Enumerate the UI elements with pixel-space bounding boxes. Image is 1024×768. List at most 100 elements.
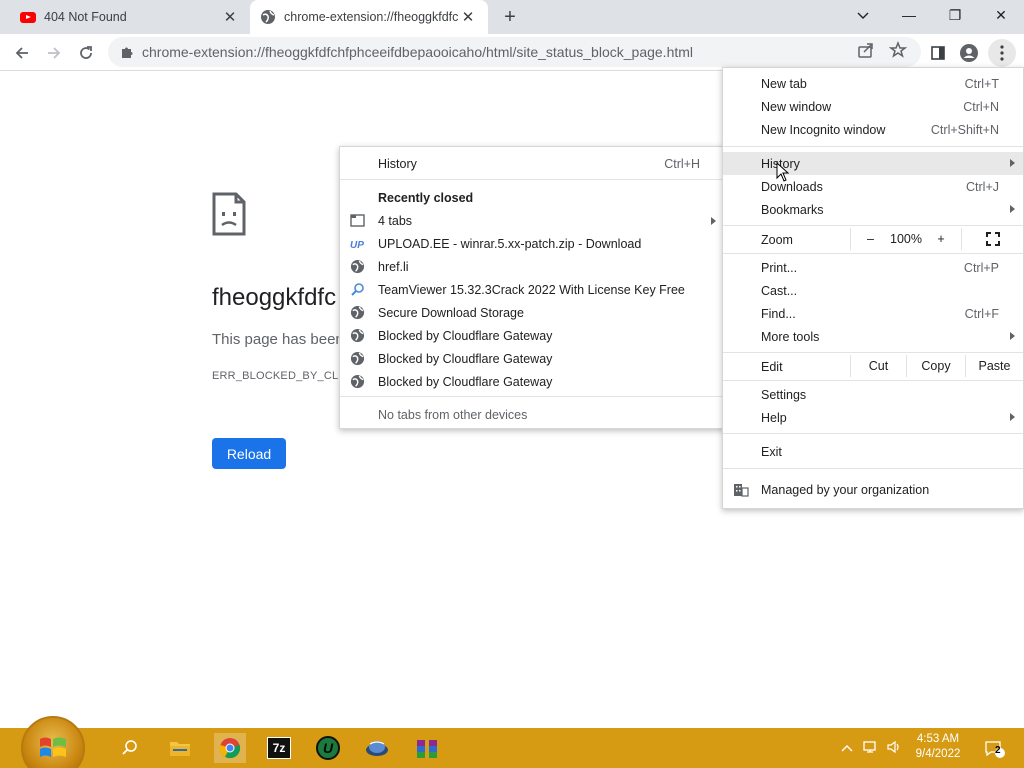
tab-close-icon[interactable]: ✕ <box>458 8 478 26</box>
reload-page-button[interactable]: Reload <box>212 438 286 469</box>
address-bar[interactable]: chrome-extension://fheoggkfdfchfphceeifd… <box>108 37 921 67</box>
chrome-menu-button[interactable] <box>988 39 1016 67</box>
taskbar-ublock[interactable]: U <box>313 733 343 763</box>
network-icon[interactable] <box>862 740 880 756</box>
menu-item-new-window[interactable]: New window Ctrl+N <box>723 95 1023 118</box>
recently-closed-item[interactable]: Secure Download Storage <box>340 301 724 324</box>
menu-label: Help <box>761 410 787 425</box>
network-drive-icon <box>366 741 388 756</box>
bookmark-star-icon[interactable] <box>889 41 907 59</box>
profile-button[interactable] <box>955 39 983 67</box>
tab-404-not-found[interactable]: 404 Not Found ✕ <box>10 0 250 34</box>
page-description: This page has been <box>212 331 344 348</box>
ublock-icon: U <box>316 736 340 760</box>
zoom-out-button[interactable]: – <box>850 228 890 250</box>
menu-item-help[interactable]: Help <box>723 406 1023 429</box>
fullscreen-button[interactable] <box>961 228 1023 250</box>
tab-search-icon[interactable] <box>840 0 886 30</box>
search-icon <box>351 283 364 296</box>
taskbar-search[interactable] <box>115 733 145 763</box>
tab-close-icon[interactable]: ✕ <box>220 8 240 26</box>
menu-item-cast[interactable]: Cast... <box>723 279 1023 302</box>
history-submenu: History Ctrl+H Recently closed 4 tabs UP… <box>339 146 725 429</box>
error-code: ERR_BLOCKED_BY_CLIEN <box>212 370 358 382</box>
fullscreen-icon <box>985 232 1000 246</box>
globe-icon <box>350 351 365 366</box>
recently-closed-item[interactable]: Blocked by Cloudflare Gateway <box>340 347 724 370</box>
youtube-icon <box>20 11 36 23</box>
windows-logo-icon <box>40 737 66 757</box>
paste-button[interactable]: Paste <box>965 355 1023 377</box>
svg-text:UP: UP <box>350 240 364 251</box>
recently-closed-item[interactable]: UP UPLOAD.EE - winrar.5.xx-patch.zip - D… <box>340 232 724 255</box>
submenu-arrow-icon <box>1010 205 1015 213</box>
forward-arrow-icon <box>48 47 61 59</box>
menu-item-more-tools[interactable]: More tools <box>723 325 1023 348</box>
menu-separator <box>723 146 1023 147</box>
mouse-cursor-icon <box>776 162 790 182</box>
recently-closed-item[interactable]: Blocked by Cloudflare Gateway <box>340 370 724 393</box>
menu-item-new-tab[interactable]: New tab Ctrl+T <box>723 72 1023 95</box>
minimize-button[interactable]: — <box>886 0 932 30</box>
tab-title: chrome-extension://fheoggkfdfchfphceeifd… <box>284 10 458 24</box>
forward-button[interactable] <box>40 39 68 67</box>
submenu-arrow-icon <box>1010 413 1015 421</box>
menu-separator <box>340 396 724 397</box>
url-text: chrome-extension://fheoggkfdfchfphceeifd… <box>142 44 694 60</box>
recently-closed-item[interactable]: TeamViewer 15.32.3Crack 2022 With Licens… <box>340 278 724 301</box>
building-icon <box>734 484 749 497</box>
extension-puzzle-icon <box>122 47 133 58</box>
maximize-button[interactable]: ❐ <box>932 0 978 30</box>
taskbar-file-explorer[interactable] <box>165 733 195 763</box>
copy-button[interactable]: Copy <box>906 355 965 377</box>
menu-item-downloads[interactable]: Downloads Ctrl+J <box>723 175 1023 198</box>
menu-separator <box>723 225 1023 226</box>
menu-item-managed[interactable]: Managed by your organization <box>723 478 1023 501</box>
menu-label: New Incognito window <box>761 122 886 137</box>
menu-item-new-incognito[interactable]: New Incognito window Ctrl+Shift+N <box>723 118 1023 141</box>
new-tab-button[interactable]: + <box>498 5 522 29</box>
back-button[interactable] <box>8 39 36 67</box>
recently-closed-item[interactable]: Blocked by Cloudflare Gateway <box>340 324 724 347</box>
history-item[interactable]: History Ctrl+H <box>340 152 724 175</box>
chrome-icon <box>219 738 241 759</box>
tray-clock[interactable]: 4:53 AM 9/4/2022 <box>908 732 968 762</box>
clock-date: 9/4/2022 <box>915 748 961 760</box>
menu-separator <box>723 468 1023 469</box>
submenu-arrow-icon <box>711 217 716 225</box>
notification-center-icon[interactable]: 2 <box>983 740 1007 758</box>
menu-separator <box>723 433 1023 434</box>
menu-separator <box>723 380 1023 381</box>
menu-item-find[interactable]: Find... Ctrl+F <box>723 302 1023 325</box>
history-label: History <box>378 156 417 171</box>
menu-label: Print... <box>761 260 798 275</box>
menu-label: Exit <box>761 444 782 459</box>
menu-shortcut: Ctrl+Shift+N <box>930 122 999 137</box>
menu-label: More tools <box>761 329 820 344</box>
zoom-in-button[interactable]: + <box>921 228 961 250</box>
side-panel-button[interactable] <box>924 39 952 67</box>
taskbar-chrome[interactable] <box>214 733 246 763</box>
taskbar-7zip[interactable]: 7z <box>264 733 294 763</box>
menu-item-settings[interactable]: Settings <box>723 383 1023 406</box>
taskbar-winrar[interactable] <box>412 733 442 763</box>
menu-label: Settings <box>761 387 807 402</box>
recently-closed-item[interactable]: href.li <box>340 255 724 278</box>
close-window-button[interactable]: ✕ <box>978 0 1024 30</box>
item-label: UPLOAD.EE - winrar.5.xx-patch.zip - Down… <box>378 236 642 251</box>
reload-button[interactable] <box>72 39 100 67</box>
item-label: TeamViewer 15.32.3Crack 2022 With Licens… <box>378 282 685 297</box>
menu-separator <box>723 253 1023 254</box>
tab-chrome-extension[interactable]: chrome-extension://fheoggkfdfchfphceeifd… <box>250 0 488 34</box>
menu-item-history[interactable]: History <box>723 152 1023 175</box>
tray-expand-icon[interactable] <box>838 740 856 756</box>
recently-closed-tabs-item[interactable]: 4 tabs <box>340 209 724 232</box>
share-icon[interactable] <box>857 41 875 59</box>
menu-item-exit[interactable]: Exit <box>723 440 1023 463</box>
volume-icon[interactable] <box>885 740 903 756</box>
cut-button[interactable]: Cut <box>850 355 906 377</box>
taskbar-network-app[interactable] <box>362 733 392 763</box>
menu-item-print[interactable]: Print... Ctrl+P <box>723 256 1023 279</box>
history-shortcut: Ctrl+H <box>664 156 700 171</box>
menu-item-bookmarks[interactable]: Bookmarks <box>723 198 1023 221</box>
